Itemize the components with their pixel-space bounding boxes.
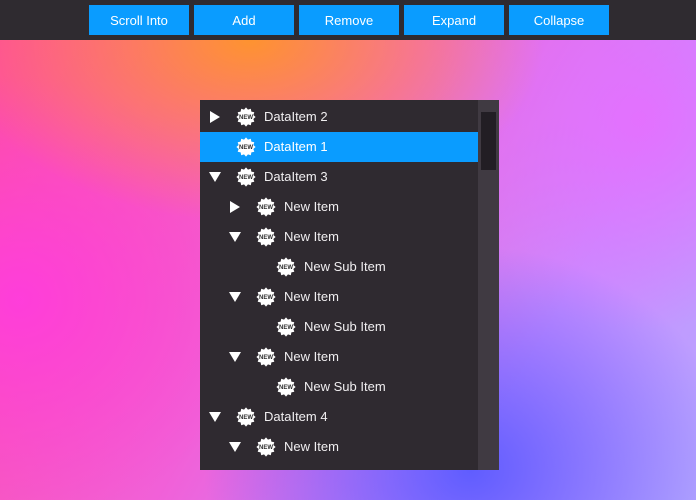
tree-item-label: New Item [284, 229, 339, 244]
svg-text:NEW: NEW [239, 115, 253, 121]
tree-item-label: New Sub Item [304, 319, 386, 334]
new-badge-icon: NEW [276, 317, 296, 337]
tree-item-label: DataItem 4 [264, 409, 328, 424]
scroll-into-button[interactable]: Scroll Into [89, 5, 189, 35]
expanded-triangle-icon[interactable] [228, 290, 242, 304]
new-badge-icon: NEW [276, 257, 296, 277]
collapse-button[interactable]: Collapse [509, 5, 609, 35]
tree-item-label: DataItem 2 [264, 109, 328, 124]
expanded-triangle-icon[interactable] [208, 410, 222, 424]
expand-button[interactable]: Expand [404, 5, 504, 35]
tree-item[interactable]: NEW DataItem 2 [200, 102, 478, 132]
expanded-triangle-icon[interactable] [228, 350, 242, 364]
tree-item-label: New Item [284, 199, 339, 214]
new-badge-icon: NEW [236, 167, 256, 187]
tree-item-label: New Item [284, 349, 339, 364]
new-badge-icon: NEW [276, 377, 296, 397]
new-badge-icon: NEW [236, 107, 256, 127]
tree-child-item[interactable]: NEW New Item [200, 222, 478, 252]
tree-item[interactable]: NEW DataItem 1 [200, 132, 478, 162]
svg-text:NEW: NEW [239, 415, 253, 421]
new-badge-icon: NEW [256, 227, 276, 247]
svg-text:NEW: NEW [259, 205, 273, 211]
svg-text:NEW: NEW [259, 235, 273, 241]
new-badge-icon: NEW [256, 347, 276, 367]
new-badge-icon: NEW [256, 197, 276, 217]
svg-text:NEW: NEW [239, 175, 253, 181]
tree-child-item[interactable]: NEW New Item [200, 282, 478, 312]
svg-text:NEW: NEW [259, 295, 273, 301]
vertical-scrollbar[interactable] [478, 100, 499, 470]
svg-text:NEW: NEW [239, 145, 253, 151]
tree-sub-item[interactable]: NEW New Sub Item [200, 252, 478, 282]
tree-item-label: New Sub Item [304, 379, 386, 394]
tree-child-item[interactable]: NEW New Item [200, 192, 478, 222]
collapsed-triangle-icon[interactable] [228, 200, 242, 214]
tree-view[interactable]: NEW DataItem 2 NEW DataItem 1 NEW DataItem 3N… [200, 100, 499, 470]
tree-item-label: DataItem 3 [264, 169, 328, 184]
tree-item-label: New Sub Item [304, 259, 386, 274]
tree-child-item[interactable]: NEW New Item [200, 342, 478, 372]
add-button[interactable]: Add [194, 5, 294, 35]
new-badge-icon: NEW [256, 287, 276, 307]
toolbar: Scroll Into Add Remove Expand Collapse [0, 0, 696, 40]
new-badge-icon: NEW [236, 407, 256, 427]
tree-sub-item[interactable]: NEW New Sub Item [200, 312, 478, 342]
tree-item-label: DataItem 1 [264, 139, 328, 154]
expanded-triangle-icon[interactable] [228, 230, 242, 244]
tree-item[interactable]: NEW DataItem 4 [200, 402, 478, 432]
tree-item-label: New Item [284, 289, 339, 304]
new-badge-icon: NEW [236, 137, 256, 157]
tree-child-item[interactable]: NEW New Item [200, 432, 478, 462]
svg-text:NEW: NEW [259, 355, 273, 361]
tree-sub-item[interactable]: NEW New Sub Item [200, 372, 478, 402]
tree-item[interactable]: NEW DataItem 3 [200, 162, 478, 192]
scrollbar-thumb[interactable] [481, 112, 496, 170]
collapsed-triangle-icon[interactable] [208, 110, 222, 124]
remove-button[interactable]: Remove [299, 5, 399, 35]
expanded-triangle-icon[interactable] [228, 440, 242, 454]
tree-item-label: New Item [284, 439, 339, 454]
new-badge-icon: NEW [256, 437, 276, 457]
svg-text:NEW: NEW [259, 445, 273, 451]
svg-text:NEW: NEW [279, 265, 293, 271]
svg-text:NEW: NEW [279, 325, 293, 331]
expanded-triangle-icon[interactable] [208, 170, 222, 184]
svg-text:NEW: NEW [279, 385, 293, 391]
